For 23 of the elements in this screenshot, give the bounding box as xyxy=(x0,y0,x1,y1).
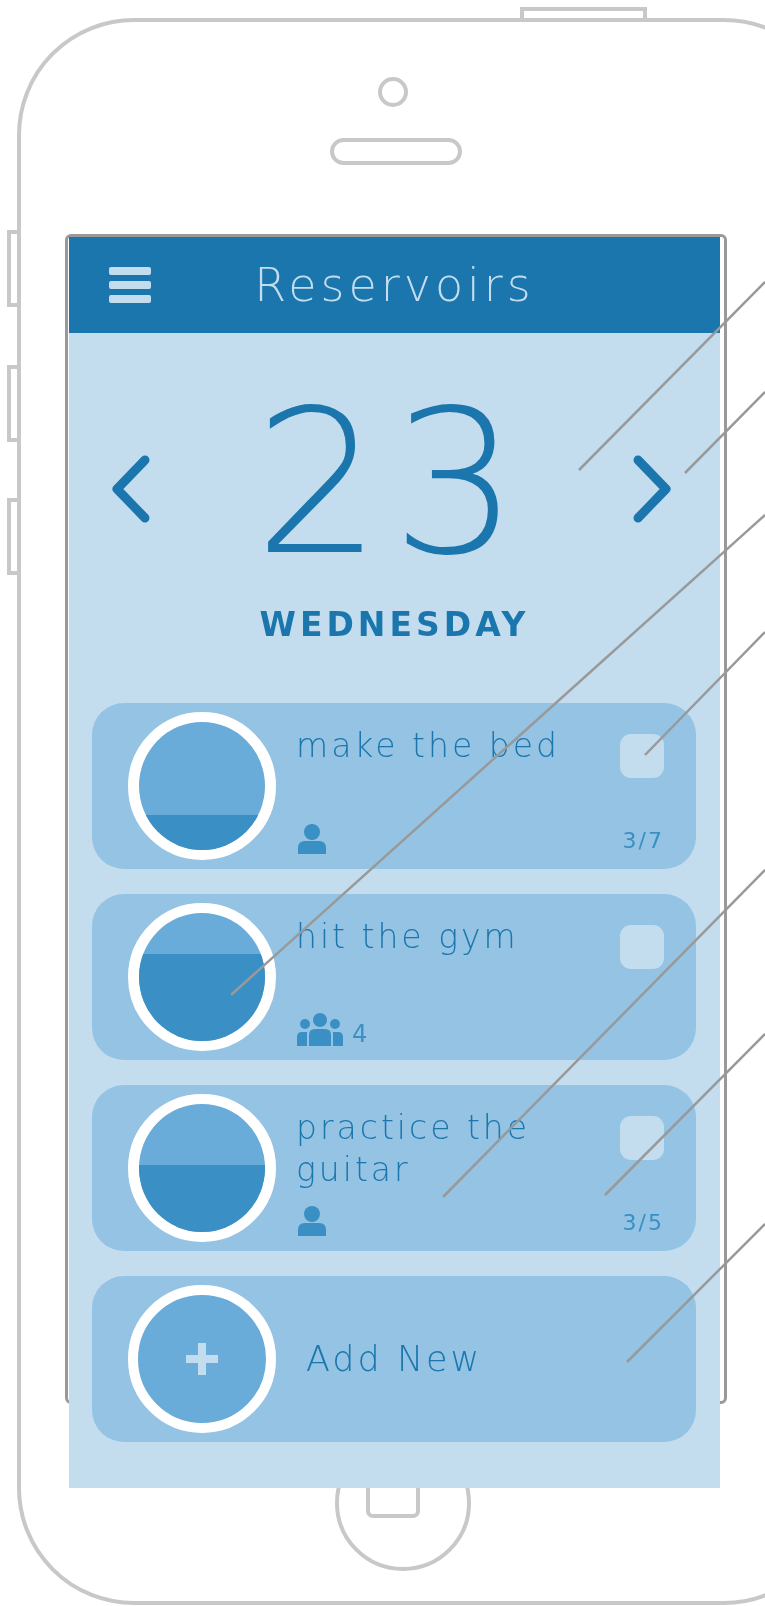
chevron-left-icon xyxy=(111,455,151,523)
menu-button[interactable] xyxy=(109,267,151,303)
person-icon xyxy=(296,1205,328,1237)
checkbox[interactable] xyxy=(620,734,664,778)
previous-day-button[interactable] xyxy=(111,455,151,523)
plus-icon xyxy=(186,1343,218,1375)
checkbox[interactable] xyxy=(620,925,664,969)
next-day-button[interactable] xyxy=(632,455,672,523)
participant-count: 4 xyxy=(352,1022,368,1046)
add-new-card[interactable]: Add New xyxy=(92,1276,696,1442)
task-card[interactable]: hit the gym 4 xyxy=(92,894,696,1060)
menu-icon xyxy=(109,267,151,303)
weekday-label: WEDNESDAY xyxy=(258,605,531,644)
add-new-label: Add New xyxy=(306,1339,483,1379)
group-icon xyxy=(296,1012,344,1046)
progress-count: 3/7 xyxy=(622,828,664,853)
app-title: Reservoirs xyxy=(254,258,535,312)
person-icon xyxy=(296,823,328,855)
day-number: 23 xyxy=(254,383,529,583)
chevron-right-icon xyxy=(632,455,672,523)
progress-count: 3/5 xyxy=(622,1210,664,1235)
checkbox[interactable] xyxy=(620,1116,664,1160)
task-title: hit the gym xyxy=(296,916,520,958)
